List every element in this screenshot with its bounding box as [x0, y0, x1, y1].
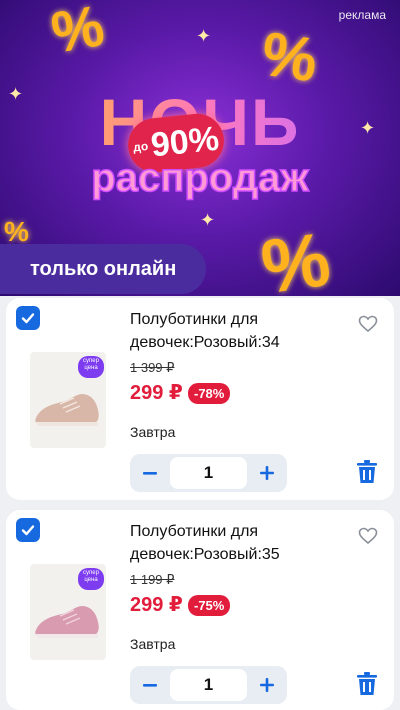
cart-item: Полуботинки для девочек:Розовый:34 супер…	[6, 298, 394, 500]
increase-quantity-button[interactable]	[247, 666, 287, 704]
check-icon	[21, 313, 35, 324]
select-item-checkbox[interactable]	[16, 306, 40, 330]
quantity-stepper: 1	[130, 454, 287, 492]
quantity-value[interactable]: 1	[170, 669, 247, 701]
heart-icon[interactable]	[358, 314, 378, 334]
trash-icon[interactable]	[356, 672, 378, 696]
delivery-date: Завтра	[130, 424, 176, 440]
old-price: 1 399 ₽	[130, 360, 175, 375]
sparkle-icon: ✦	[8, 84, 24, 104]
product-title[interactable]: Полуботинки для девочек:Розовый:35	[130, 520, 360, 566]
discount-prefix: до	[132, 138, 149, 155]
current-price: 299 ₽	[130, 594, 183, 616]
online-only-label: только онлайн	[0, 244, 207, 294]
super-price-sticker: супер цена	[78, 568, 104, 590]
percent-decoration: %	[46, 0, 109, 66]
product-image[interactable]: супер цена	[30, 352, 106, 448]
old-price: 1 199 ₽	[130, 572, 175, 587]
minus-icon	[143, 684, 157, 687]
minus-icon	[143, 472, 157, 475]
super-price-sticker: супер цена	[78, 356, 104, 378]
select-item-checkbox[interactable]	[16, 518, 40, 542]
sparkle-icon: ✦	[196, 26, 212, 46]
delivery-date: Завтра	[130, 636, 176, 652]
discount-badge: -75%	[188, 595, 231, 616]
trash-icon[interactable]	[356, 460, 378, 484]
banner-subline: распродаж	[91, 155, 310, 201]
quantity-value[interactable]: 1	[170, 457, 247, 489]
current-price: 299 ₽	[130, 382, 183, 404]
heart-icon[interactable]	[358, 526, 378, 546]
sparkle-icon: ✦	[360, 118, 376, 138]
decrease-quantity-button[interactable]	[130, 666, 170, 704]
ad-label: реклама	[338, 8, 386, 22]
increase-quantity-button[interactable]	[247, 454, 287, 492]
cart-item: Полуботинки для девочек:Розовый:35 супер…	[6, 510, 394, 710]
decrease-quantity-button[interactable]	[130, 454, 170, 492]
quantity-stepper: 1	[130, 666, 287, 704]
plus-icon	[260, 466, 274, 480]
sparkle-icon: ✦	[200, 210, 216, 230]
percent-decoration: %	[256, 216, 336, 296]
check-icon	[21, 525, 35, 536]
product-image[interactable]: супер цена	[30, 564, 106, 660]
product-title[interactable]: Полуботинки для девочек:Розовый:34	[130, 308, 360, 354]
discount-badge: -78%	[188, 383, 231, 404]
promo-banner[interactable]: реклама % % % % ✦ ✦ ✦ ✦ НОЧЬ до 90% расп…	[0, 0, 400, 296]
plus-icon	[260, 678, 274, 692]
